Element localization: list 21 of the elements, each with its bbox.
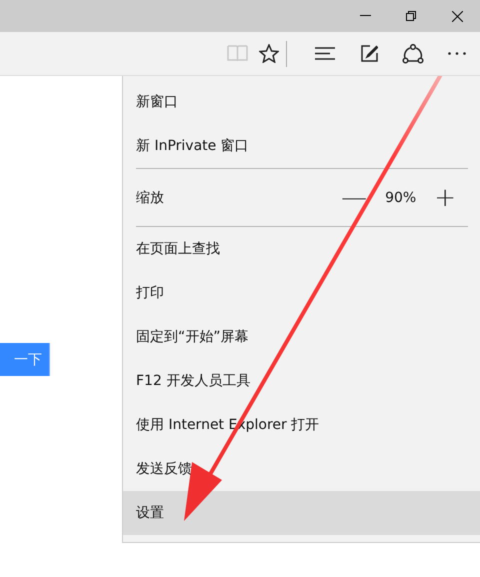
menu-item[interactable]: 设置 [123, 491, 480, 535]
menu-item[interactable]: F12 开发人员工具 [123, 359, 480, 403]
menu-item[interactable]: 新 InPrivate 窗口 [123, 124, 480, 168]
menu-item[interactable]: 发送反馈 [123, 447, 480, 491]
book-icon [226, 45, 248, 62]
star-icon [259, 44, 279, 63]
share-icon [402, 44, 424, 64]
menu-item[interactable]: 新窗口 [123, 80, 480, 124]
more-icon [448, 52, 466, 55]
menu-item[interactable]: 在页面上查找 [123, 227, 480, 271]
close-icon [452, 10, 462, 22]
minimize-icon [360, 15, 370, 17]
pen-square-icon [360, 45, 378, 62]
restore-icon [406, 11, 416, 21]
zoom-in-button[interactable]: + [430, 182, 460, 212]
zoom-label: 缩放 [136, 188, 164, 206]
zoom-level: 90% [385, 190, 416, 206]
menu-item[interactable]: 打印 [123, 271, 480, 315]
zoom-out-button[interactable]: — [337, 182, 372, 212]
menu-item[interactable]: 固定到“开始”屏幕 [123, 315, 480, 359]
lines-icon [315, 47, 335, 60]
